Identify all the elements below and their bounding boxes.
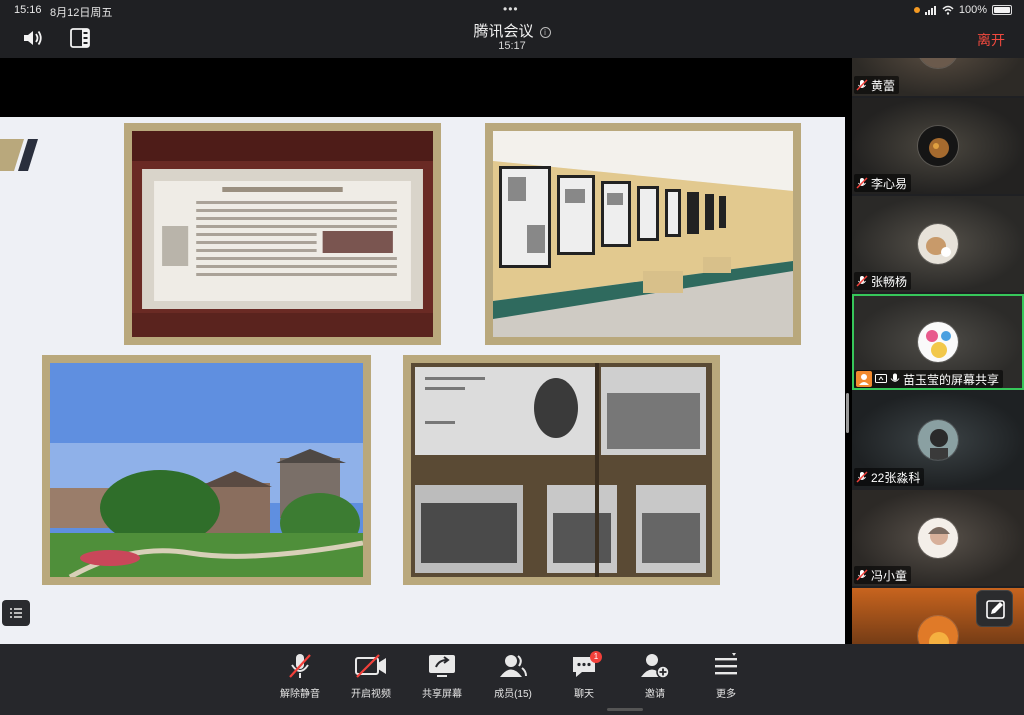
share-screen-button[interactable]: 共享屏幕 xyxy=(410,652,474,704)
participant-tile[interactable]: 张畅杨 xyxy=(852,196,1024,292)
mic-indicator-icon xyxy=(913,7,920,13)
share-screen-icon xyxy=(429,655,455,677)
avatar xyxy=(917,125,959,167)
meeting-window: 15:16 8月12日周五 ••• 100% 腾讯会议 i 15:17 离开 黄… xyxy=(0,0,1024,715)
video-off-icon xyxy=(355,654,386,678)
start-video-button[interactable]: 开启视频 xyxy=(339,652,403,704)
invite-button[interactable]: 邀请 xyxy=(623,652,687,704)
participant-tile[interactable]: 黄蕾 xyxy=(852,58,1024,96)
mic-muted-icon xyxy=(856,79,868,91)
participant-name: 22张淼科 xyxy=(871,470,921,485)
battery-icon xyxy=(992,5,1012,15)
invite-icon xyxy=(641,654,670,679)
photo-gallery-corridor xyxy=(485,123,801,345)
participant-name: 苗玉莹的屏幕共享 xyxy=(903,372,1000,387)
meeting-title-text: 腾讯会议 xyxy=(473,23,534,40)
photo-exhibition-board xyxy=(124,123,441,345)
info-icon[interactable]: i xyxy=(539,26,551,38)
scroll-handle[interactable] xyxy=(846,393,849,433)
avatar xyxy=(917,419,959,461)
participant-tile-active[interactable]: 苗玉莹的屏幕共享 xyxy=(852,294,1024,390)
photo-historical-images xyxy=(403,355,720,585)
invite-label: 邀请 xyxy=(645,689,665,700)
mic-muted-icon xyxy=(856,275,868,287)
status-time: 15:16 xyxy=(14,4,42,16)
participant-label: 李心易 xyxy=(854,174,912,192)
photo-courtyard xyxy=(42,355,371,585)
participant-label: 冯小童 xyxy=(854,566,912,584)
unmute-button[interactable]: 解除静音 xyxy=(268,652,332,704)
signal-icon xyxy=(924,6,936,15)
participant-name: 李心易 xyxy=(871,176,908,191)
status-right: 100% xyxy=(913,4,1012,16)
shared-screen-area[interactable] xyxy=(0,58,852,655)
participant-label: 22张淼科 xyxy=(854,468,925,486)
unmute-label: 解除静音 xyxy=(280,689,320,700)
participant-tile[interactable]: 22张淼科 xyxy=(852,392,1024,488)
meeting-header: 腾讯会议 i 15:17 离开 xyxy=(0,18,1024,58)
edit-icon xyxy=(986,600,1005,619)
list-menu-button[interactable] xyxy=(2,600,30,626)
host-icon xyxy=(856,371,872,387)
start-video-label: 开启视频 xyxy=(351,689,391,700)
shared-slide xyxy=(0,117,845,655)
multitask-dots[interactable]: ••• xyxy=(503,3,519,15)
annotate-button[interactable] xyxy=(976,590,1013,627)
meeting-duration: 15:17 xyxy=(498,40,526,52)
participant-label: 黄蕾 xyxy=(854,76,900,94)
bottom-toolbar: 解除静音 开启视频 共享屏幕 成员(15) 1 聊天 邀请 更多 xyxy=(0,644,1024,715)
members-button[interactable]: 成员(15) xyxy=(481,652,545,704)
leave-button[interactable]: 离开 xyxy=(977,30,1005,50)
list-icon xyxy=(10,608,22,618)
status-bar: 15:16 8月12日周五 ••• 100% xyxy=(0,0,1024,20)
participant-list[interactable]: 黄蕾 李心易 张畅杨 苗玉莹的屏幕共享 22张淼科 冯小童 xyxy=(852,58,1024,644)
participant-label: 张畅杨 xyxy=(854,272,912,290)
mic-muted-icon xyxy=(856,177,868,189)
avatar xyxy=(917,223,959,265)
avatar xyxy=(917,321,959,363)
wifi-icon xyxy=(942,5,954,15)
mic-muted-icon xyxy=(289,654,311,678)
screen-share-icon xyxy=(875,374,887,383)
more-button[interactable]: 更多 xyxy=(694,652,758,704)
participant-tile[interactable]: 冯小童 xyxy=(852,490,1024,586)
home-indicator xyxy=(607,708,643,711)
participant-tile[interactable]: 李心易 xyxy=(852,98,1024,194)
mic-muted-icon xyxy=(856,569,868,581)
participant-name: 黄蕾 xyxy=(871,78,896,93)
more-label: 更多 xyxy=(716,689,736,700)
members-label: 成员(15) xyxy=(494,689,532,700)
chat-label: 聊天 xyxy=(574,689,594,700)
share-screen-label: 共享屏幕 xyxy=(422,689,462,700)
slide-decoration xyxy=(0,139,38,171)
participant-name: 张畅杨 xyxy=(871,274,908,289)
avatar xyxy=(917,517,959,559)
mic-muted-icon xyxy=(856,471,868,483)
members-icon xyxy=(500,655,527,677)
mic-icon xyxy=(890,373,900,382)
participant-label: 苗玉莹的屏幕共享 xyxy=(854,370,1004,388)
battery-percent: 100% xyxy=(958,4,987,16)
meeting-title[interactable]: 腾讯会议 i xyxy=(0,20,1024,41)
participant-name: 冯小童 xyxy=(871,568,908,583)
chat-badge: 1 xyxy=(590,651,602,663)
chat-button[interactable]: 1 聊天 xyxy=(552,651,616,704)
more-menu-icon xyxy=(715,653,737,675)
